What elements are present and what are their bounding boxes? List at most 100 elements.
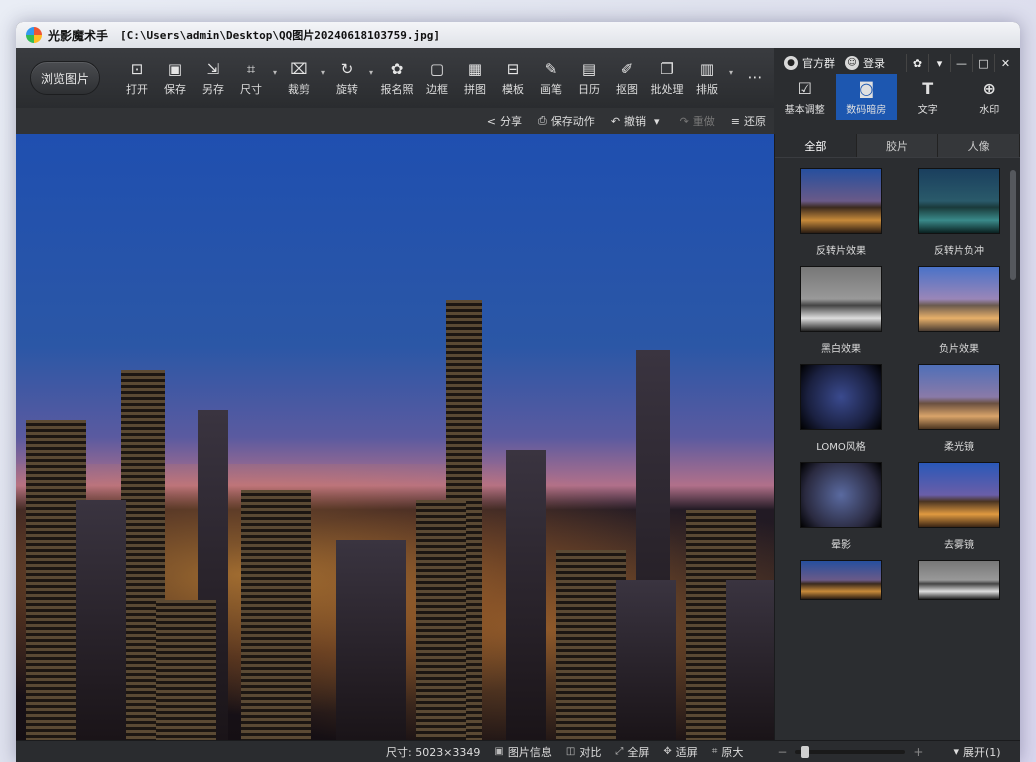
effect-item[interactable]: 反转片效果 bbox=[791, 168, 891, 257]
tool-batch[interactable]: ❐ 批处理 bbox=[646, 55, 688, 101]
effect-preview bbox=[800, 560, 882, 600]
id-photo-icon: ✿ bbox=[390, 59, 404, 78]
maximize-button[interactable]: □ bbox=[972, 54, 994, 72]
close-button[interactable]: ✕ bbox=[994, 54, 1016, 72]
share-button[interactable]: < 分享 bbox=[487, 113, 522, 129]
effect-item[interactable]: 晕影 bbox=[791, 462, 891, 551]
zoom-in-icon[interactable]: + bbox=[913, 745, 923, 759]
zoom-slider[interactable] bbox=[795, 745, 906, 758]
file-path: [C:\Users\admin\Desktop\QQ图片202406181037… bbox=[120, 29, 441, 42]
compare-label: 对比 bbox=[579, 745, 602, 759]
effect-label: 晕影 bbox=[831, 540, 851, 551]
effect-item[interactable] bbox=[909, 560, 1009, 620]
user-icon: ☺ bbox=[845, 56, 859, 70]
tool-resize[interactable]: ⌗ 尺寸 bbox=[232, 55, 270, 101]
skin-icon[interactable]: ✿ bbox=[906, 54, 928, 72]
edit-tab-darkroom[interactable]: ◙ 数码暗房 bbox=[835, 74, 897, 120]
open-icon: ⊡ bbox=[130, 59, 144, 78]
fit-icon: ✥ bbox=[663, 746, 672, 757]
effect-label: 反转片效果 bbox=[816, 246, 866, 257]
save-action-label: 保存动作 bbox=[550, 115, 595, 128]
building bbox=[416, 500, 466, 740]
zoom-slider-handle[interactable] bbox=[800, 745, 809, 758]
effect-preview bbox=[918, 266, 1000, 332]
building bbox=[76, 500, 126, 740]
effect-item[interactable]: LOMO风格 bbox=[791, 364, 891, 453]
tool-save-as[interactable]: ⇲ 另存 bbox=[194, 55, 232, 101]
save-action-icon: ⎙ bbox=[538, 114, 547, 127]
effects-scrollbar[interactable] bbox=[1010, 170, 1016, 280]
tool-save[interactable]: ▣ 保存 bbox=[156, 55, 194, 101]
edit-tab-label: 文字 bbox=[917, 104, 938, 116]
fit-screen-button[interactable]: ✥ 适屏 bbox=[663, 744, 697, 760]
effect-item[interactable]: 去雾镜 bbox=[909, 462, 1009, 551]
tool-label: 裁剪 bbox=[288, 82, 310, 96]
expand-button[interactable]: ▾ 展开(1) bbox=[953, 744, 1000, 760]
minimize-button[interactable]: — bbox=[950, 54, 972, 72]
effect-item[interactable]: 黑白效果 bbox=[791, 266, 891, 355]
dropdown-caret-icon[interactable]: ▾ bbox=[366, 68, 376, 77]
effect-label: 去雾镜 bbox=[944, 540, 974, 551]
effect-item[interactable]: 反转片负冲 bbox=[909, 168, 1009, 257]
zoom-control: − + bbox=[777, 745, 923, 759]
tool-crop[interactable]: ⌧ 裁剪 bbox=[280, 55, 318, 101]
official-group-link[interactable]: ● 官方群 bbox=[784, 55, 835, 71]
share-icon: < bbox=[486, 114, 496, 128]
tool-label: 拼图 bbox=[464, 82, 486, 96]
tool-layout[interactable]: ▥ 排版 bbox=[688, 55, 726, 101]
image-info-button[interactable]: ▣ 图片信息 bbox=[494, 744, 551, 760]
edit-tab-watermark[interactable]: ⊕ 水印 bbox=[959, 74, 1021, 120]
tool-collage[interactable]: ▦ 拼图 bbox=[456, 55, 494, 101]
effect-label: 黑白效果 bbox=[821, 344, 861, 355]
dropdown-caret-icon[interactable]: ▾ bbox=[318, 68, 328, 77]
resize-icon: ⌗ bbox=[246, 59, 256, 78]
menu-icon[interactable]: ▾ bbox=[928, 54, 950, 72]
tool-label: 打开 bbox=[126, 82, 148, 96]
dropdown-caret-icon[interactable]: ▾ bbox=[726, 68, 736, 77]
zoom-out-icon[interactable]: − bbox=[777, 745, 787, 759]
effect-label: 负片效果 bbox=[939, 344, 979, 355]
photo-canvas[interactable] bbox=[16, 134, 774, 740]
watermark-icon: ⊕ bbox=[982, 78, 996, 98]
undo-dropdown-icon[interactable]: ▾ bbox=[654, 115, 660, 128]
undo-label: 撤销 bbox=[624, 115, 647, 128]
login-link[interactable]: ☺ 登录 bbox=[845, 55, 885, 71]
tool-id-photo[interactable]: ✿ 报名照 bbox=[376, 55, 418, 101]
effect-item[interactable]: 柔光镜 bbox=[909, 364, 1009, 453]
fullscreen-button[interactable]: ⤢ 全屏 bbox=[615, 744, 649, 760]
dropdown-caret-icon[interactable]: ▾ bbox=[270, 68, 280, 77]
tool-calendar[interactable]: ▤ 日历 bbox=[570, 55, 608, 101]
tool-rotate[interactable]: ↻ 旋转 bbox=[328, 55, 366, 101]
tool-cutout[interactable]: ✐ 抠图 bbox=[608, 55, 646, 101]
restore-button[interactable]: ≡ 还原 bbox=[731, 113, 766, 129]
effect-preview bbox=[800, 168, 882, 234]
effects-tab[interactable]: 全部 bbox=[775, 134, 857, 157]
effect-item[interactable] bbox=[791, 560, 891, 620]
original-size-button[interactable]: ⌗ 原大 bbox=[712, 744, 744, 760]
effects-tab[interactable]: 人像 bbox=[938, 134, 1020, 157]
undo-button[interactable]: ↶ 撤销 ▾ bbox=[611, 113, 664, 129]
tool-more[interactable]: ⋯ bbox=[736, 55, 774, 101]
effects-tab[interactable]: 胶片 bbox=[856, 134, 939, 157]
tool-template[interactable]: ⊟ 模板 bbox=[494, 55, 532, 101]
original-size-icon: ⌗ bbox=[711, 746, 718, 757]
edit-tab-text[interactable]: T 文字 bbox=[897, 74, 959, 120]
right-header: ● 官方群 ☺ 登录 ✿ ▾ — □ ✕ ☑ 基本调整 ◙ 数码暗房 T 文字 ⊕ 水印 bbox=[774, 48, 1020, 120]
tool-frame[interactable]: ▢ 边框 bbox=[418, 55, 456, 101]
edit-tab-basic-adjust[interactable]: ☑ 基本调整 bbox=[774, 74, 836, 120]
effects-grid: 反转片效果 反转片负冲 黑白效果 负片效果 LOMO风格 柔光镜 晕影 去雾镜 bbox=[791, 168, 1001, 620]
effects-tabs: 全部 胶片 人像 bbox=[775, 134, 1020, 158]
expand-caret-icon: ▾ bbox=[953, 745, 960, 758]
save-action-button[interactable]: ⎙ 保存动作 bbox=[538, 113, 595, 129]
edit-tab-label: 数码暗房 bbox=[846, 104, 887, 116]
effect-preview bbox=[800, 364, 882, 430]
brush-icon: ✎ bbox=[544, 59, 558, 78]
tool-open[interactable]: ⊡ 打开 bbox=[118, 55, 156, 101]
browse-images-button[interactable]: 浏览图片 bbox=[30, 61, 100, 95]
compare-button[interactable]: ◫ 对比 bbox=[566, 744, 601, 760]
redo-button[interactable]: ↷ 重做 bbox=[680, 113, 715, 129]
chat-icon: ● bbox=[784, 56, 798, 70]
tool-brush[interactable]: ✎ 画笔 bbox=[532, 55, 570, 101]
effect-preview bbox=[800, 462, 882, 528]
effect-item[interactable]: 负片效果 bbox=[909, 266, 1009, 355]
